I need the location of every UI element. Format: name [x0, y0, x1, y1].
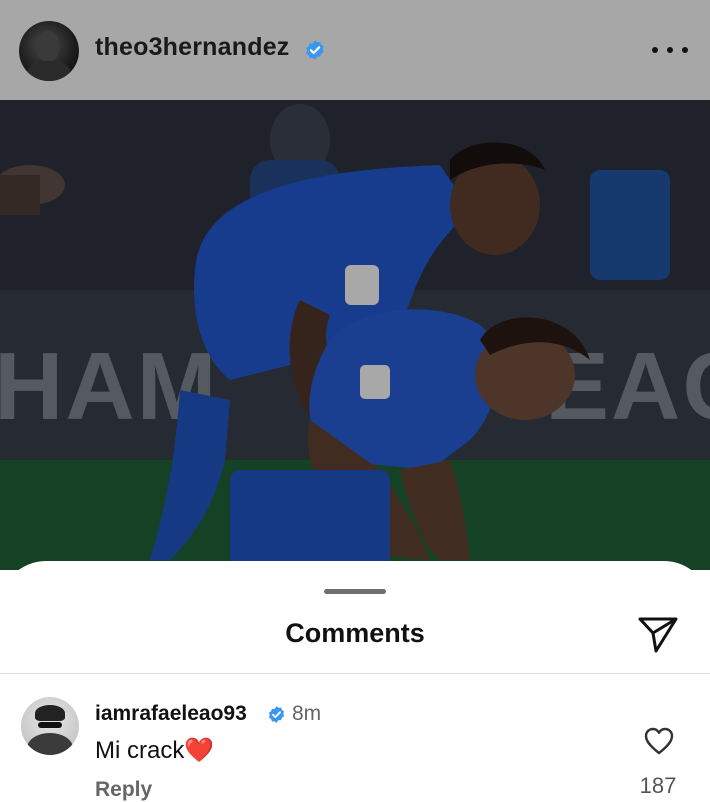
avatar-glasses [38, 722, 62, 728]
commenter-avatar[interactable] [21, 697, 79, 755]
comment-text: Mi crack❤️ [95, 736, 214, 765]
paper-plane-icon[interactable] [636, 613, 680, 655]
dot [667, 47, 673, 53]
drag-handle[interactable] [324, 589, 386, 594]
comments-sheet: Comments iamrafaeleao93 8m Mi crack❤️ Re… [0, 561, 710, 802]
avatar-body [27, 733, 73, 755]
photo-dim-overlay [0, 100, 710, 570]
author-avatar[interactable] [19, 21, 79, 81]
comment-body: Mi crack [95, 737, 185, 764]
post-photo[interactable]: HAM EAC [0, 100, 710, 570]
verified-badge-icon [268, 706, 285, 723]
more-options-icon[interactable] [652, 37, 688, 63]
verified-badge-icon [306, 40, 324, 60]
commenter-username[interactable]: iamrafaeleao93 [95, 702, 247, 726]
comment-timestamp: 8m [292, 702, 322, 725]
sheet-divider [0, 673, 710, 674]
avatar-face [37, 31, 59, 61]
reply-button[interactable]: Reply [95, 778, 152, 802]
heart-outline-icon[interactable] [644, 727, 674, 755]
avatar-cap [35, 705, 65, 721]
author-username[interactable]: theo3hernandez [95, 33, 290, 62]
post-header: theo3hernandez [0, 0, 710, 100]
like-count: 187 [639, 773, 677, 798]
avatar-shoulders [27, 59, 71, 81]
comments-title: Comments [285, 618, 425, 648]
dot [652, 47, 658, 53]
dot [682, 47, 688, 53]
red-heart-emoji: ❤️ [184, 737, 215, 764]
